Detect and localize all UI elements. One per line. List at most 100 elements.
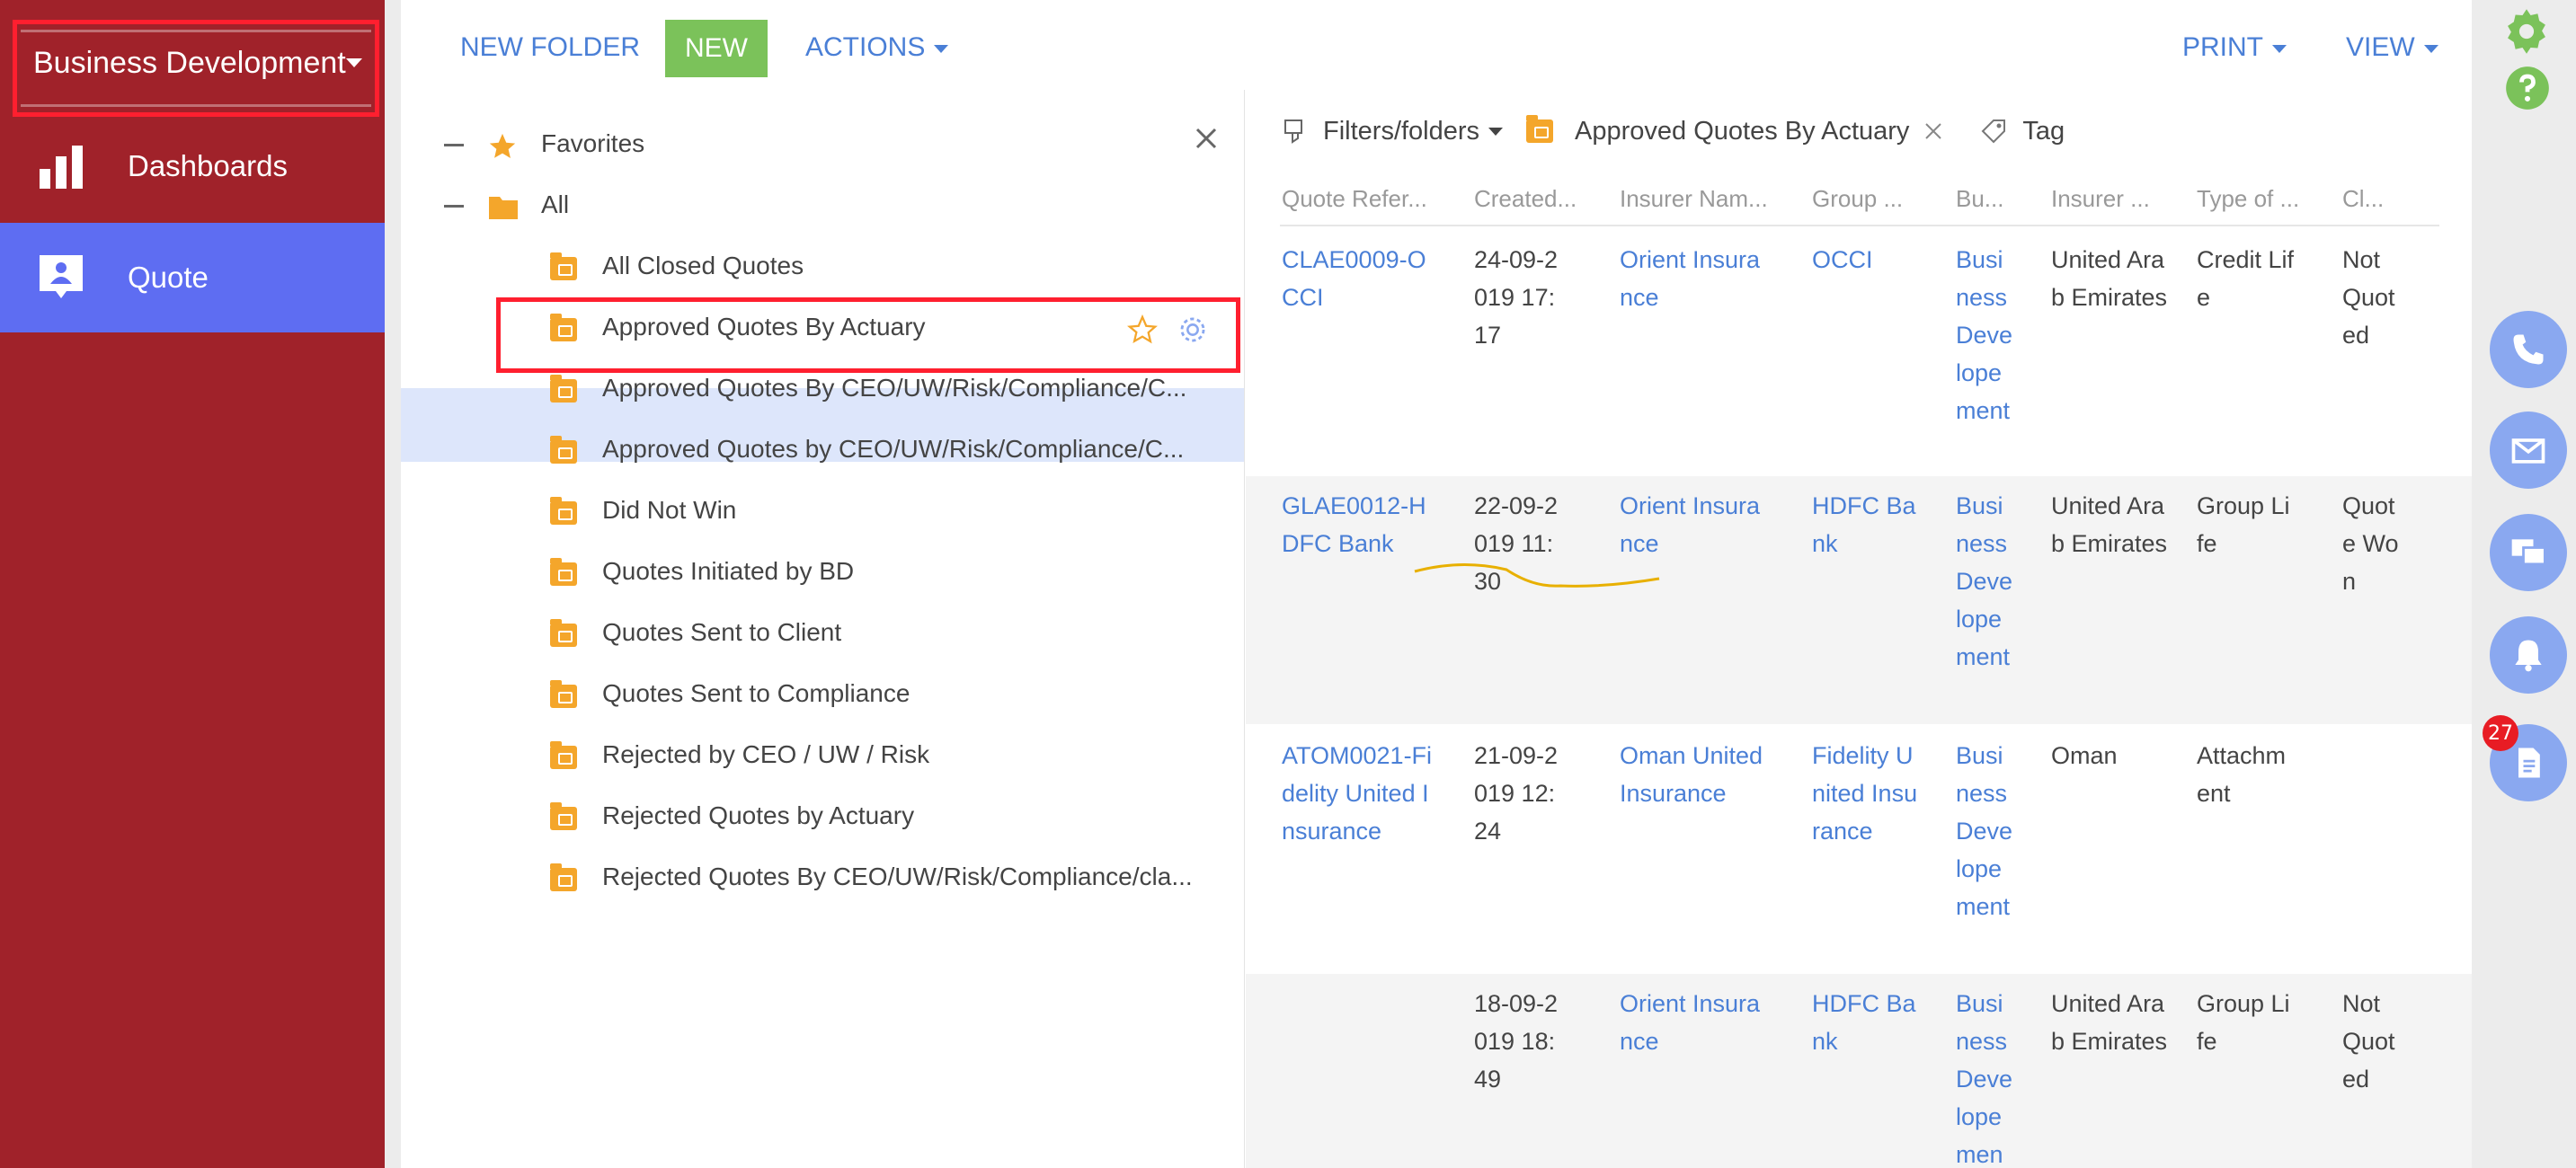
print-label: PRINT bbox=[2182, 32, 2263, 62]
column-header-business-unit[interactable]: Bu... bbox=[1956, 185, 2003, 213]
star-icon bbox=[489, 133, 516, 159]
print-menu[interactable]: PRINT bbox=[2182, 32, 2287, 63]
gear-icon[interactable] bbox=[2502, 7, 2551, 56]
folder-item[interactable]: All Closed Quotes bbox=[401, 237, 1244, 298]
country-cell: United Arab Emirates bbox=[2051, 246, 2168, 311]
table-row[interactable]: CLAE0009-OCCI 24-09-2019 17:17 Orient In… bbox=[1246, 230, 2472, 467]
new-folder-button[interactable]: NEW FOLDER bbox=[460, 32, 640, 63]
close-icon[interactable] bbox=[1188, 120, 1224, 156]
type-cell: Group Life bbox=[2197, 990, 2290, 1055]
column-header-insurer-country[interactable]: Insurer ... bbox=[2051, 185, 2150, 213]
folder-item[interactable]: Rejected Quotes By CEO/UW/Risk/Complianc… bbox=[401, 848, 1244, 909]
filter-folder-icon[interactable] bbox=[1282, 115, 1314, 147]
folder-label: Favorites bbox=[541, 129, 645, 157]
business-unit-link[interactable]: Business Developement bbox=[1956, 241, 2013, 429]
folder-group-favorites[interactable]: Favorites bbox=[401, 115, 1244, 176]
business-unit-link[interactable]: Business Developement bbox=[1956, 737, 2013, 925]
filters-folders-label: Filters/folders bbox=[1323, 116, 1480, 146]
chevron-down-icon bbox=[934, 44, 949, 53]
dynamic-folder-icon bbox=[550, 680, 577, 708]
collapse-icon[interactable] bbox=[444, 205, 464, 208]
new-button-label: NEW bbox=[685, 33, 748, 63]
new-button[interactable]: NEW bbox=[665, 20, 768, 77]
country-cell: Oman bbox=[2051, 742, 2118, 769]
dynamic-folder-icon bbox=[550, 802, 577, 830]
dynamic-folder-icon bbox=[550, 497, 577, 525]
group-link[interactable]: HDFC Bank bbox=[1812, 487, 1920, 562]
folder-item[interactable]: Quotes Initiated by BD bbox=[401, 543, 1244, 604]
type-cell: Attachment bbox=[2197, 742, 2287, 807]
sidebar-item-label: Quote bbox=[128, 261, 209, 294]
insurer-link[interactable]: Orient Insurance bbox=[1620, 985, 1763, 1060]
help-icon[interactable] bbox=[2504, 65, 2551, 111]
tag-icon[interactable] bbox=[1977, 115, 2010, 147]
column-header-status[interactable]: Cl... bbox=[2342, 185, 2384, 213]
column-header-created[interactable]: Created... bbox=[1474, 185, 1577, 213]
country-cell: United Arab Emirates bbox=[2051, 990, 2168, 1055]
table-row[interactable]: ATOM0021-Fidelity United Insurance 21-09… bbox=[1246, 726, 2472, 967]
folder-label: Approved Quotes by CEO/UW/Risk/Complianc… bbox=[602, 435, 1185, 463]
column-header-insurer-name[interactable]: Insurer Nam... bbox=[1620, 185, 1768, 213]
pen-annotation-mark bbox=[1414, 562, 1660, 588]
column-header-group[interactable]: Group ... bbox=[1812, 185, 1903, 213]
quote-icon bbox=[40, 255, 83, 298]
collapse-icon[interactable] bbox=[444, 144, 464, 146]
sidebar-item-quote[interactable]: Quote bbox=[0, 223, 385, 332]
tag-label[interactable]: Tag bbox=[2022, 117, 2065, 146]
phone-icon bbox=[2513, 334, 2544, 365]
dynamic-folder-icon bbox=[550, 252, 577, 280]
quote-reference-link[interactable]: ATOM0021-Fidelity United Insurance bbox=[1282, 737, 1435, 850]
bell-icon bbox=[2515, 640, 2542, 672]
folder-label: All Closed Quotes bbox=[602, 252, 804, 279]
folder-label: Rejected Quotes By CEO/UW/Risk/Complianc… bbox=[602, 863, 1193, 890]
chevron-down-icon bbox=[2272, 44, 2287, 53]
group-link[interactable]: Fidelity United Insurance bbox=[1812, 737, 1920, 850]
sidebar-item-dashboards[interactable]: Dashboards bbox=[0, 111, 385, 221]
workspace-selector[interactable]: Business Development bbox=[13, 20, 379, 117]
quote-reference-link[interactable]: CLAE0009-OCCI bbox=[1282, 241, 1435, 316]
folder-group-all[interactable]: All bbox=[401, 176, 1244, 237]
bar-chart-icon bbox=[40, 146, 83, 189]
folder-label: Rejected by CEO / UW / Risk bbox=[602, 740, 930, 768]
chevron-down-icon bbox=[2423, 44, 2438, 53]
group-link[interactable]: HDFC Bank bbox=[1812, 985, 1920, 1060]
folder-label: All bbox=[541, 190, 570, 218]
folder-label: Rejected Quotes by Actuary bbox=[602, 801, 915, 829]
insurer-link[interactable]: Oman United Insurance bbox=[1620, 737, 1763, 812]
folder-item[interactable]: Rejected Quotes by Actuary bbox=[401, 787, 1244, 848]
folder-item[interactable]: Quotes Sent to Compliance bbox=[401, 665, 1244, 726]
business-unit-link[interactable]: Business Developement bbox=[1956, 487, 2013, 676]
insurer-link[interactable]: Orient Insurance bbox=[1620, 241, 1763, 316]
folder-item[interactable]: Quotes Sent to Client bbox=[401, 604, 1244, 665]
folder-item[interactable]: Did Not Win bbox=[401, 482, 1244, 543]
dynamic-folder-icon bbox=[550, 375, 577, 403]
created-cell: 18-09-2019 18:49 bbox=[1474, 990, 1559, 1093]
folder-item[interactable]: Approved Quotes by CEO/UW/Risk/Complianc… bbox=[401, 420, 1244, 482]
table-row[interactable]: GLAE0012-HDFC Bank 22-09-2019 11:30 Orie… bbox=[1246, 476, 2472, 724]
email-button[interactable] bbox=[2490, 411, 2567, 489]
notifications-button[interactable] bbox=[2490, 616, 2567, 694]
status-cell: Quote Won bbox=[2342, 492, 2399, 595]
phone-button[interactable] bbox=[2490, 311, 2567, 388]
business-unit-link[interactable]: Business Developemen bbox=[1956, 985, 2013, 1164]
chat-button[interactable] bbox=[2490, 514, 2567, 591]
dynamic-folder-icon bbox=[550, 741, 577, 769]
table-row[interactable]: 18-09-2019 18:49 Orient Insurance HDFC B… bbox=[1246, 974, 2472, 1168]
view-menu[interactable]: VIEW bbox=[2346, 32, 2438, 63]
filters-folders-dropdown[interactable]: Filters/folders bbox=[1323, 116, 1504, 146]
status-cell: Not Quoted bbox=[2342, 246, 2395, 349]
actions-menu[interactable]: ACTIONS bbox=[805, 32, 949, 63]
column-header-quote-reference[interactable]: Quote Refer... bbox=[1282, 185, 1427, 213]
annotation-highlight-box bbox=[496, 297, 1240, 373]
workspace-label: Business Development bbox=[33, 46, 346, 80]
remove-filter-icon[interactable] bbox=[1922, 119, 1945, 143]
filter-bar: Filters/folders Approved Quotes By Actua… bbox=[1282, 111, 2065, 151]
column-header-type[interactable]: Type of ... bbox=[2197, 185, 2299, 213]
folder-item[interactable]: Rejected by CEO / UW / Risk bbox=[401, 726, 1244, 787]
country-cell: United Arab Emirates bbox=[2051, 492, 2168, 557]
envelope-icon bbox=[2511, 438, 2545, 464]
folder-panel: Favorites All All Closed Quotes Approved… bbox=[401, 90, 1244, 1168]
status-cell: Not Quoted bbox=[2342, 990, 2395, 1093]
group-link[interactable]: OCCI bbox=[1812, 241, 1920, 279]
folder-label: Approved Quotes By CEO/UW/Risk/Complianc… bbox=[602, 374, 1187, 402]
